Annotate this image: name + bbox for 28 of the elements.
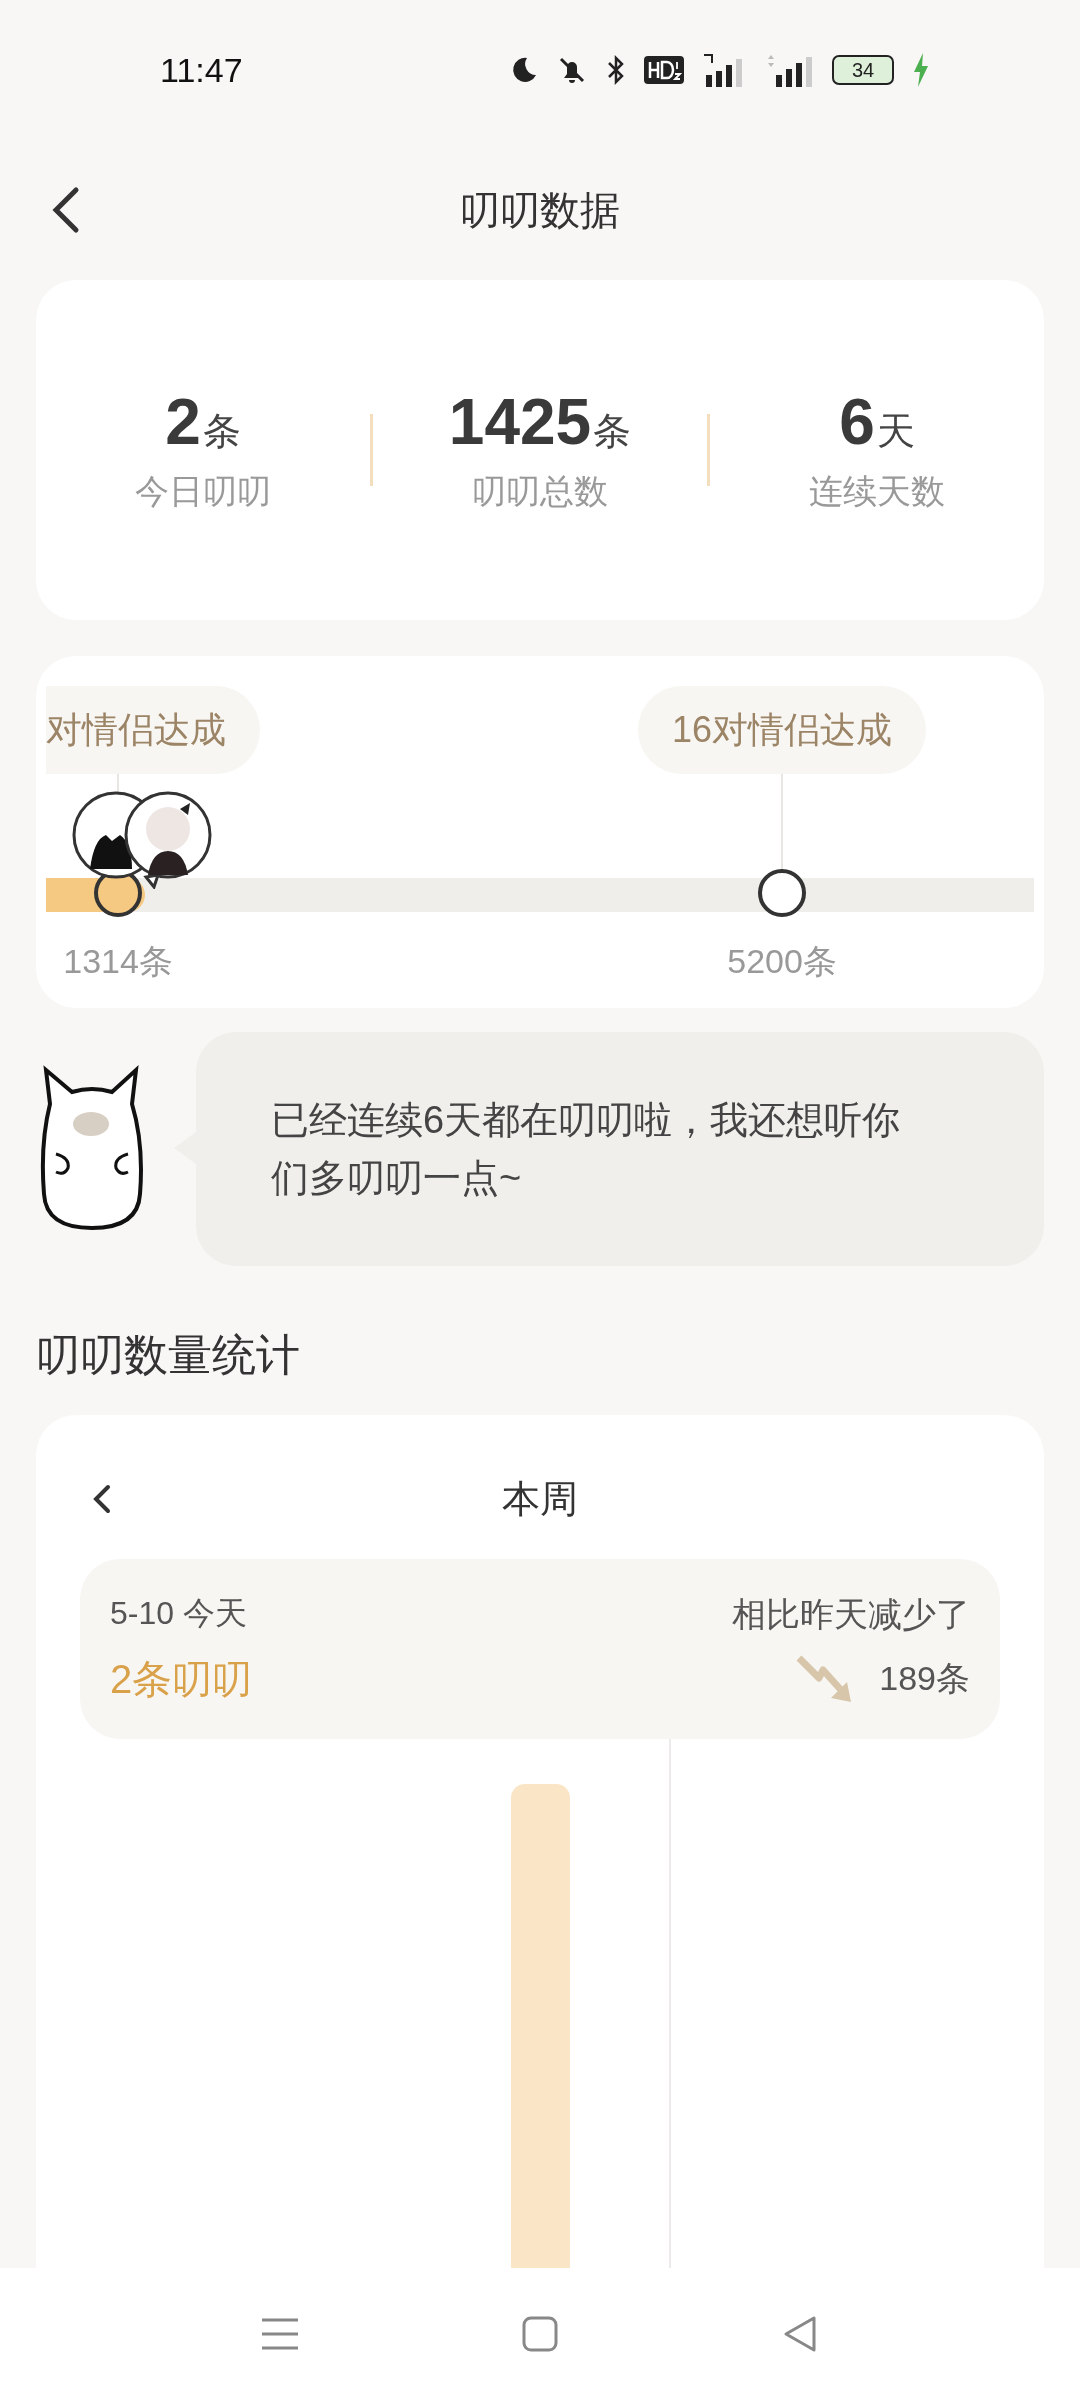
hd-voice-icon [644,56,684,84]
period-title: 本周 [502,1476,578,1522]
today-count: 2条叨叨 [110,1655,254,1703]
stat-unit: 条 [202,409,241,454]
page-title: 叨叨数据 [460,186,620,234]
stat-unit: 条 [593,409,632,454]
stat-label: 今日叨叨 [135,471,271,512]
battery-level: 34 [832,55,894,85]
milestone-count: 1314条 [63,941,173,982]
date-label: 5-10 今天 [110,1593,248,1633]
milestone-label: 16对情侣达成 [638,686,927,774]
section-title: 叨叨数量统计 [36,1329,301,1381]
stat-value: 1425 [448,385,592,459]
tip-text: 已经连续6天都在叨叨啦，我还想听你们多叨叨一点~ [271,1098,902,1201]
milestone-count: 5200条 [727,941,837,982]
stat-label: 叨叨总数 [472,471,608,512]
bluetooth-icon [606,54,626,86]
compare-value: 189条 [879,1658,970,1699]
milestone-label: 对情侣达成 [46,686,260,774]
stat-value: 6 [839,385,875,459]
status-time: 11:47 [160,50,243,90]
home-icon[interactable] [520,2314,560,2354]
stat-label: 连续天数 [809,471,945,512]
trend-down-icon [795,1654,854,1704]
stat-unit: 天 [876,409,915,454]
compare-label: 相比昨天减少了 [732,1593,970,1635]
charging-icon [912,53,930,87]
stat-value: 2 [165,385,201,459]
